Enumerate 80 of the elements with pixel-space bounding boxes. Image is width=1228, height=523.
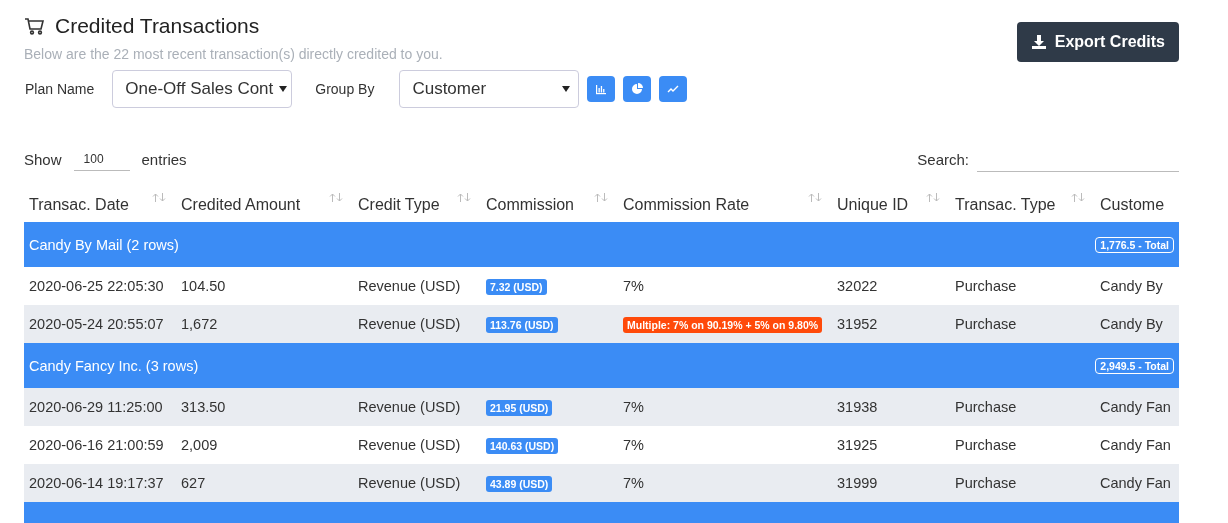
sort-icon [457, 193, 471, 202]
commission-badge: 113.76 (USD) [486, 317, 558, 333]
table-cell: Candy Fan [1095, 388, 1179, 426]
table-cell: Revenue (USD) [353, 267, 481, 305]
table-cell: 2020-06-25 22:05:30 [24, 267, 176, 305]
table-cell: 2020-06-14 19:17:37 [24, 464, 176, 502]
caret-icon [279, 86, 288, 92]
table-cell: 313.50 [176, 388, 353, 426]
bar-chart-button[interactable] [587, 76, 616, 102]
show-label: Show [24, 150, 62, 168]
group-total-badge: 2,949.5 - Total [1095, 357, 1174, 374]
table-cell: 31952 [832, 305, 950, 343]
table-cell: 32022 [832, 267, 950, 305]
group-title: Candy Fancy Inc. (3 rows) [29, 357, 199, 374]
search-label: Search: [917, 150, 969, 168]
table-cell: 2020-05-24 20:55:07 [24, 305, 176, 343]
sort-icon [808, 193, 822, 202]
entries-label: entries [141, 150, 187, 168]
table-cell: Revenue (USD) [353, 464, 481, 502]
table-cell: Candy By [1095, 267, 1179, 305]
commission-rate: 7% [623, 437, 644, 453]
caret-icon [562, 86, 571, 92]
group-by-select[interactable]: Customer [399, 70, 580, 108]
group-title: Candy By Mail (2 rows) [29, 236, 179, 253]
page-subtitle: Below are the 22 most recent transaction(s) directly credited to you. [24, 46, 443, 62]
entries-select[interactable]: 100 [73, 147, 130, 171]
table-cell: Revenue (USD) [353, 426, 481, 464]
pie-chart-button[interactable] [623, 76, 652, 102]
table-cell: Purchase [950, 464, 1095, 502]
column-header[interactable]: Commission Rate [618, 188, 832, 222]
table-cell: Purchase [950, 388, 1095, 426]
sort-icon [926, 193, 940, 202]
table-cell: 627 [176, 464, 353, 502]
table-cell: Candy Fan [1095, 426, 1179, 464]
group-by-label: Group By [315, 81, 375, 97]
commission-badge: 7.32 (USD) [486, 279, 547, 295]
commission-rate: 7% [623, 475, 644, 491]
line-chart-button[interactable] [659, 76, 688, 102]
table-cell: Candy Fan [1095, 464, 1179, 502]
plan-name-label: Plan Name [25, 81, 95, 97]
table-cell: Revenue (USD) [353, 305, 481, 343]
table-cell: 104.50 [176, 267, 353, 305]
sort-icon [152, 193, 166, 202]
table-cell: 31925 [832, 426, 950, 464]
table-cell: 2020-06-29 11:25:00 [24, 388, 176, 426]
table-cell: 2020-06-16 21:00:59 [24, 426, 176, 464]
column-header[interactable]: Transac. Type [950, 188, 1095, 222]
plan-name-select[interactable]: One-Off Sales Cont [112, 70, 293, 108]
download-icon [1030, 34, 1047, 50]
column-header[interactable]: Transac. Date [24, 188, 176, 222]
column-header[interactable]: Credited Amount [176, 188, 353, 222]
line-chart-icon [667, 83, 680, 95]
cart-icon [24, 17, 45, 35]
pie-chart-icon [631, 83, 644, 95]
sort-icon [329, 193, 343, 202]
page-title: Credited Transactions [55, 14, 260, 38]
table-cell: 31999 [832, 464, 950, 502]
bar-chart-icon [595, 83, 608, 95]
group-total-badge: 1,776.5 - Total [1095, 236, 1174, 253]
table-cell: 1,672 [176, 305, 353, 343]
column-header[interactable]: Custome [1095, 188, 1179, 222]
commission-rate-badge: Multiple: 7% on 90.19% + 5% on 9.80% [623, 317, 823, 333]
column-header[interactable]: Unique ID [832, 188, 950, 222]
column-header[interactable]: Commission [481, 188, 618, 222]
table-cell: Purchase [950, 267, 1095, 305]
commission-badge: 21.95 (USD) [486, 400, 553, 416]
commission-badge: 43.89 (USD) [486, 476, 553, 492]
sort-icon [1071, 193, 1085, 202]
table-cell: Revenue (USD) [353, 388, 481, 426]
commission-badge: 140.63 (USD) [486, 438, 559, 454]
sort-icon [594, 193, 608, 202]
table-cell: 31938 [832, 388, 950, 426]
column-header[interactable]: Credit Type [353, 188, 481, 222]
export-credits-button[interactable]: Export Credits [1016, 22, 1179, 62]
table-cell: Purchase [950, 305, 1095, 343]
commission-rate: 7% [623, 399, 644, 415]
table-cell: Purchase [950, 426, 1095, 464]
table-cell: 2,009 [176, 426, 353, 464]
commission-rate: 7% [623, 278, 644, 294]
table-cell: Candy By [1095, 305, 1179, 343]
